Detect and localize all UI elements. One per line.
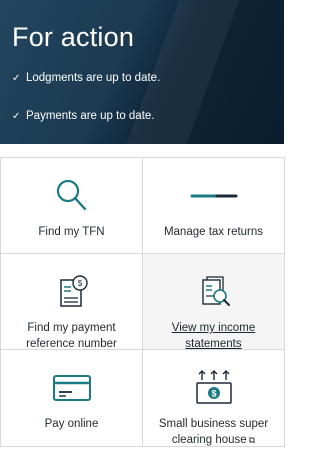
tile-label: Manage tax returns — [163, 226, 264, 238]
tile-view-income-statements[interactable]: View my income statements — [142, 253, 285, 350]
status-payments: ✓ Payments are up to date. — [12, 110, 155, 122]
quick-links-grid: Find my TFN Manage tax returns $ Find my… — [0, 157, 285, 447]
svg-text:$: $ — [211, 389, 216, 399]
tile-label: Small business super clearing house ⧉ — [143, 416, 284, 448]
status-lodgments: ✓ Lodgments are up to date. — [12, 72, 160, 84]
tile-find-my-tfn[interactable]: Find my TFN — [0, 157, 143, 254]
loading-bar-icon — [189, 176, 239, 216]
tile-label: Find my TFN — [38, 226, 105, 238]
svg-text:$: $ — [77, 279, 82, 288]
tile-label: Pay online — [44, 418, 99, 430]
tile-small-business-super-clearing-house[interactable]: $ Small business super clearing house ⧉ — [142, 349, 285, 447]
tile-manage-tax-returns[interactable]: Manage tax returns — [142, 157, 285, 254]
income-statement-search-icon — [194, 272, 234, 312]
tile-label: Find my payment reference number — [26, 322, 117, 350]
magnifier-icon — [52, 176, 92, 216]
banner-title: For action — [12, 22, 135, 52]
tile-pay-online[interactable]: Pay online — [0, 349, 143, 447]
payment-document-icon: $ — [52, 272, 92, 312]
external-link-icon: ⧉ — [248, 435, 256, 445]
tile-label: View my income statements — [171, 322, 256, 350]
banknote-arrows-icon: $ — [192, 368, 236, 408]
check-icon: ✓ — [12, 72, 21, 84]
status-text: Payments are up to date. — [26, 110, 155, 122]
tile-find-payment-reference[interactable]: $ Find my payment reference number — [0, 253, 143, 350]
for-action-banner: For action ✓ Lodgments are up to date. ✓… — [0, 0, 284, 144]
status-text: Lodgments are up to date. — [26, 72, 161, 84]
check-icon: ✓ — [12, 110, 21, 122]
credit-card-icon — [50, 368, 94, 408]
